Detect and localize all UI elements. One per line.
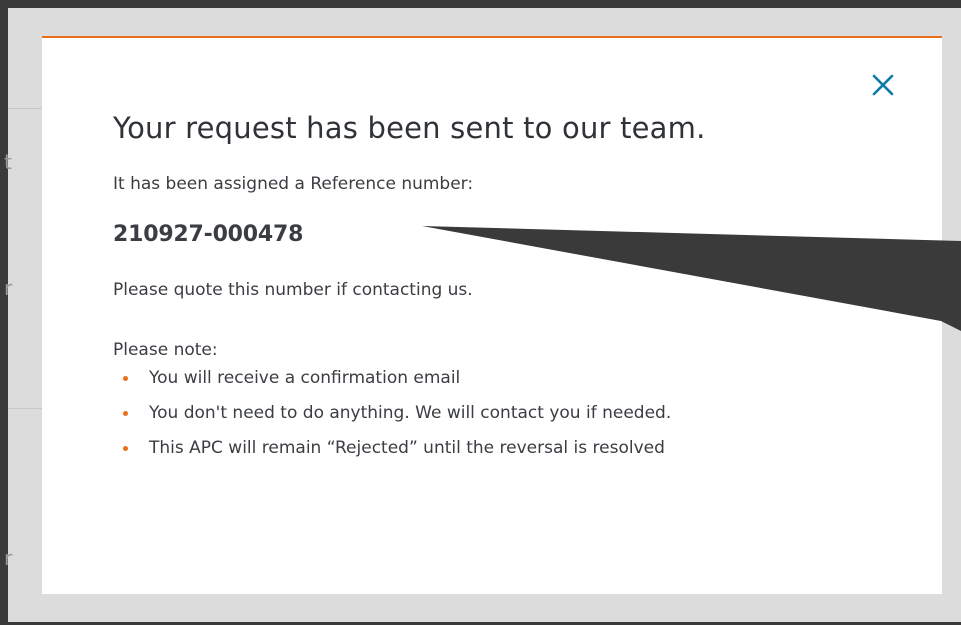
callout-arrow [422,226,961,331]
